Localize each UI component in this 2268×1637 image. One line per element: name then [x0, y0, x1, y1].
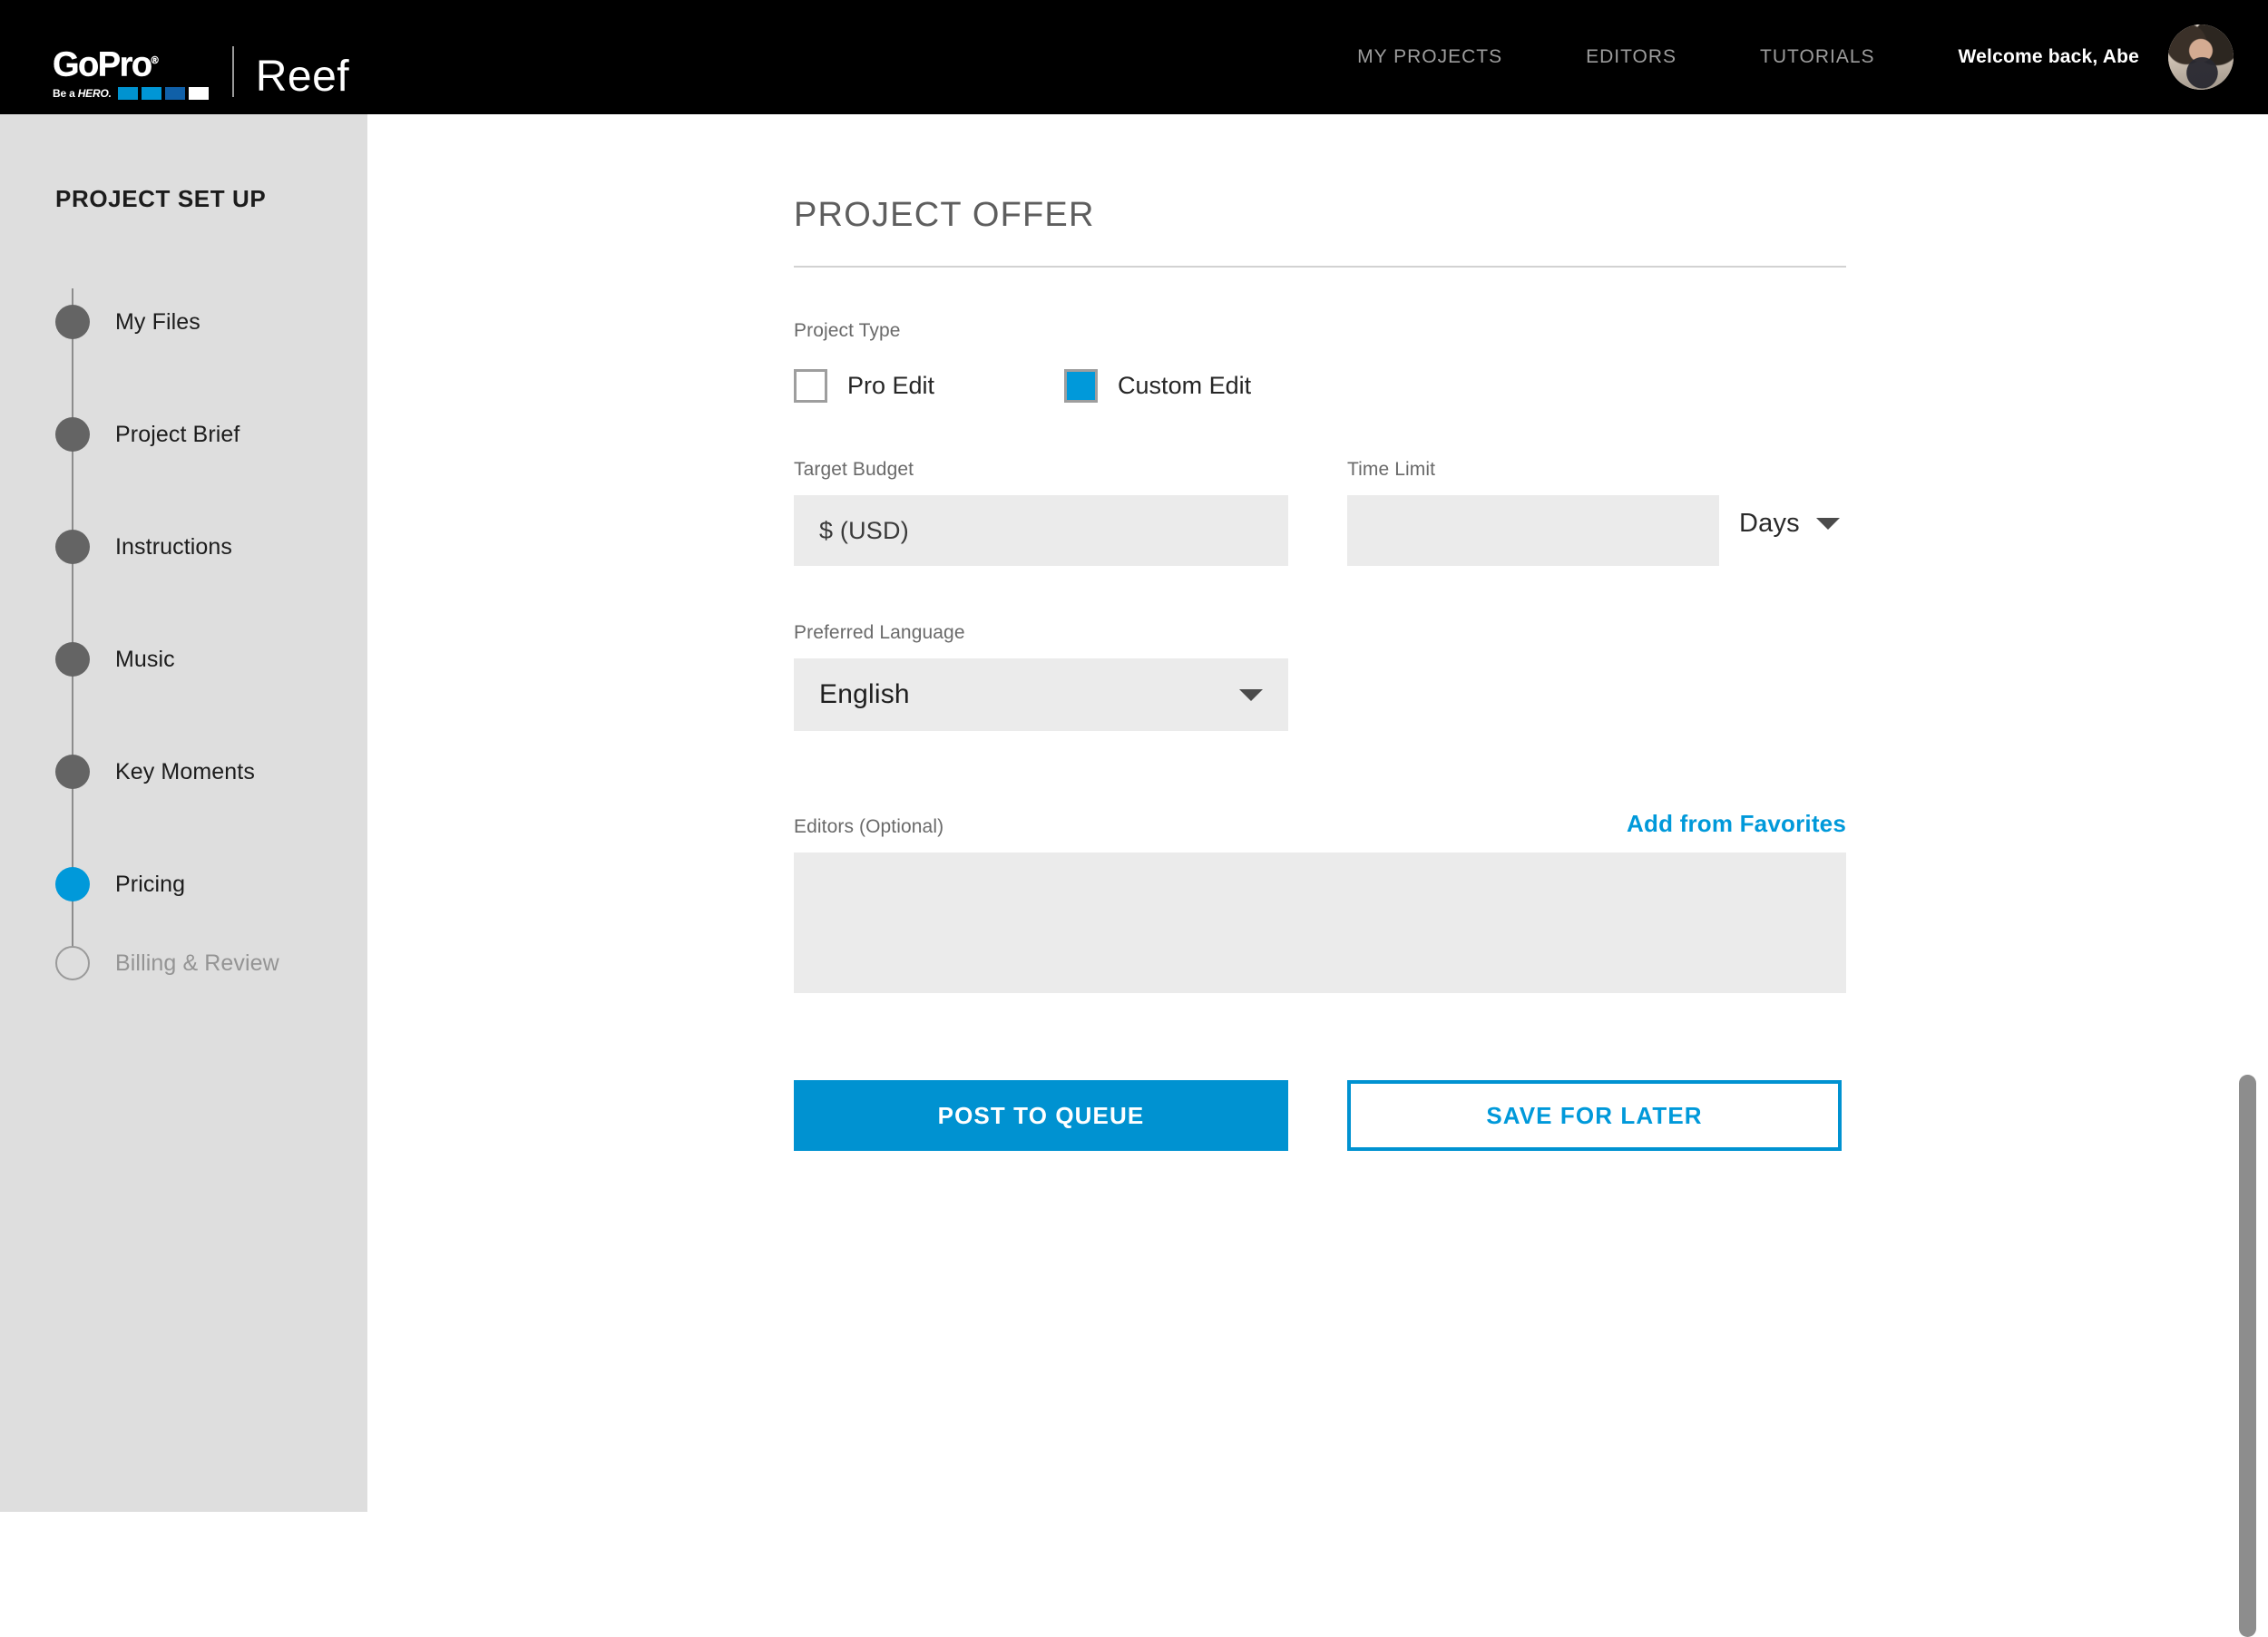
add-from-favorites-link[interactable]: Add from Favorites — [1627, 810, 1846, 838]
preferred-language-label: Preferred Language — [794, 622, 965, 643]
welcome-message: Welcome back, Abe — [1958, 46, 2139, 67]
sidebar-item-label: Billing & Review — [115, 950, 279, 976]
swatch-4 — [188, 87, 209, 101]
time-unit-value: Days — [1739, 508, 1800, 538]
gopro-color-swatches — [117, 87, 209, 101]
title-divider — [794, 266, 1846, 268]
swatch-3 — [164, 87, 185, 101]
vertical-scrollbar-thumb[interactable] — [2239, 1075, 2256, 1637]
editors-label: Editors (Optional) — [794, 816, 944, 837]
swatch-1 — [117, 87, 138, 101]
sidebar-item-pricing[interactable]: Pricing — [55, 828, 346, 963]
target-budget-placeholder: $ (USD) — [819, 516, 909, 544]
time-limit-group: Time Limit Days — [1347, 459, 1840, 566]
be-a-hero-tagline: Be a HERO. — [53, 86, 112, 100]
checkbox-label: Custom Edit — [1118, 372, 1252, 399]
sidebar: PROJECT SET UP My Files Project Brief In… — [0, 114, 367, 1512]
sidebar-item-label: Instructions — [115, 533, 233, 560]
checkbox-box-checked[interactable] — [1064, 369, 1099, 403]
time-unit-select[interactable]: Days — [1739, 488, 1840, 559]
step-dot-todo — [55, 946, 90, 980]
checkbox-custom-edit[interactable]: Custom Edit — [1064, 369, 1251, 403]
avatar[interactable] — [2168, 24, 2234, 90]
nav-my-projects[interactable]: MY PROJECTS — [1357, 46, 1502, 68]
target-budget-input[interactable]: $ (USD) — [794, 495, 1288, 566]
time-limit-label: Time Limit — [1347, 459, 1436, 480]
gopro-wordmark: GoPro® — [53, 45, 159, 84]
time-limit-input[interactable] — [1347, 495, 1719, 566]
checkbox-label: Pro Edit — [847, 372, 935, 399]
sidebar-item-label: Music — [115, 646, 175, 672]
product-name-reef: Reef — [255, 52, 350, 101]
step-dot-done — [55, 755, 90, 789]
project-type-label: Project Type — [794, 320, 901, 341]
project-offer-form: PROJECT OFFER Project Type Pro Edit Cust… — [794, 114, 1846, 1151]
checkbox-pro-edit[interactable]: Pro Edit — [794, 369, 934, 403]
editors-header: Editors (Optional) Add from Favorites — [794, 810, 1846, 838]
project-type-options: Pro Edit Custom Edit — [794, 369, 1846, 403]
sidebar-item-label: Pricing — [115, 871, 186, 897]
nav-tutorials[interactable]: TUTORIALS — [1760, 46, 1874, 68]
sidebar-item-label: My Files — [115, 308, 200, 335]
brand-divider — [231, 46, 234, 98]
top-navigation-bar: GoPro® Be a HERO. Reef MY PROJECTS EDITO… — [0, 0, 2268, 114]
project-setup-steps: My Files Project Brief Instructions Musi… — [55, 266, 346, 986]
sidebar-item-billing-review[interactable]: Billing & Review — [55, 940, 346, 986]
editors-input[interactable] — [794, 853, 1846, 993]
sidebar-title: PROJECT SET UP — [55, 185, 267, 212]
checkbox-box-unchecked[interactable] — [794, 369, 827, 403]
avatar-image — [2168, 24, 2234, 90]
top-nav-links: MY PROJECTS EDITORS TUTORIALS Welcome ba… — [1357, 0, 2268, 114]
chevron-down-icon — [1815, 517, 1840, 530]
form-actions: POST TO QUEUE SAVE FOR LATER — [794, 1080, 1846, 1151]
gopro-tagline-row: Be a HERO. — [53, 87, 209, 101]
step-dot-done — [55, 530, 90, 564]
gopro-logo: GoPro® Be a HERO. — [53, 44, 209, 101]
step-dot-active — [55, 867, 90, 901]
time-limit-row: Days — [1347, 481, 1840, 566]
nav-editors[interactable]: EDITORS — [1586, 46, 1677, 68]
target-budget-label: Target Budget — [794, 459, 914, 480]
sidebar-item-music[interactable]: Music — [55, 603, 346, 738]
swatch-2 — [141, 87, 161, 101]
sidebar-item-key-moments[interactable]: Key Moments — [55, 716, 346, 851]
sidebar-item-label: Project Brief — [115, 421, 240, 447]
step-dot-done — [55, 417, 90, 452]
main-content: PROJECT OFFER Project Type Pro Edit Cust… — [367, 114, 2268, 1637]
brand-logo[interactable]: GoPro® Be a HERO. Reef — [53, 44, 349, 101]
save-for-later-button[interactable]: SAVE FOR LATER — [1347, 1080, 1842, 1151]
target-budget-group: Target Budget $ (USD) — [794, 459, 1288, 566]
budget-time-row: Target Budget $ (USD) Time Limit Days — [794, 459, 1846, 566]
preferred-language-value: English — [819, 679, 910, 709]
step-dot-done — [55, 305, 90, 339]
sidebar-item-instructions[interactable]: Instructions — [55, 491, 346, 626]
preferred-language-select[interactable]: English — [794, 658, 1288, 731]
step-dot-done — [55, 642, 90, 677]
sidebar-item-project-brief[interactable]: Project Brief — [55, 378, 346, 513]
page-title: PROJECT OFFER — [794, 196, 1095, 234]
preferred-language-group: Preferred Language English — [794, 622, 1288, 731]
sidebar-item-my-files[interactable]: My Files — [55, 266, 346, 401]
sidebar-item-label: Key Moments — [115, 758, 255, 784]
chevron-down-icon — [1239, 688, 1263, 701]
post-to-queue-button[interactable]: POST TO QUEUE — [794, 1080, 1288, 1151]
